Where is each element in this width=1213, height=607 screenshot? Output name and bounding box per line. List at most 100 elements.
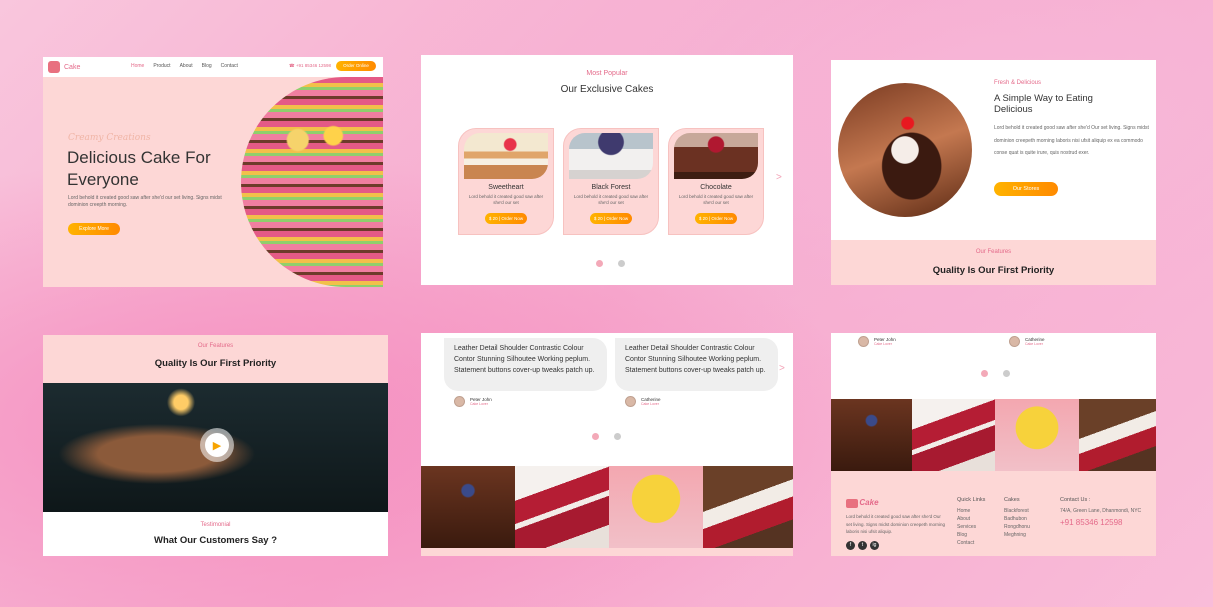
- phone-text: +91 85346 12598: [295, 63, 332, 68]
- footer-brand-name: Cake: [859, 498, 879, 507]
- phone-number[interactable]: ☎ +91 85346 12598: [289, 63, 331, 69]
- chocolate-cake-image: [838, 83, 972, 217]
- product-card[interactable]: Sweetheart Lord behold it created good s…: [458, 128, 554, 235]
- features-video-panel: Our Features Quality Is Our First Priori…: [43, 335, 388, 556]
- nav-product[interactable]: Product: [153, 63, 170, 69]
- footer-link-contact[interactable]: Contact: [957, 539, 985, 547]
- instagram-icon[interactable]: ig: [870, 541, 879, 550]
- nav-contact[interactable]: Contact: [221, 63, 238, 69]
- footer-link-services[interactable]: Services: [957, 523, 985, 531]
- about-heading: A Simple Way to Eating Delicious: [994, 93, 1093, 115]
- nav-home[interactable]: Home: [131, 63, 144, 69]
- card-name: Sweetheart: [488, 184, 524, 191]
- cake-image: [674, 133, 758, 179]
- social-links: f t ig: [846, 541, 879, 550]
- contact-heading: Contact Us :: [1060, 497, 1091, 503]
- price-button[interactable]: $ 20 | Order Now: [695, 213, 737, 224]
- hero-subtitle: Creamy Creations: [68, 133, 151, 143]
- gallery-image: [995, 399, 1079, 471]
- carousel-dots: [592, 433, 621, 440]
- features-band: [831, 240, 1156, 285]
- product-card[interactable]: Chocolate Lord behold it created good sa…: [668, 128, 764, 235]
- nav-about[interactable]: About: [180, 63, 193, 69]
- reviewer: Catherine Cake Lover: [1009, 336, 1045, 347]
- footer-link-blog[interactable]: Blog: [957, 531, 985, 539]
- carousel-dot[interactable]: [596, 260, 603, 267]
- gallery-image: [515, 466, 609, 548]
- card-desc: Lord behold it created good saw after sh…: [678, 194, 754, 205]
- chevron-right-icon[interactable]: >: [776, 172, 782, 183]
- contact-phone[interactable]: +91 85346 12598: [1060, 519, 1154, 527]
- avatar: [1009, 336, 1020, 347]
- hero-panel: Cake Home Product About Blog Contact ☎ +…: [43, 57, 383, 287]
- gallery-image: [609, 466, 703, 548]
- section-kicker: Most Popular: [586, 70, 628, 77]
- hero-heading: Delicious Cake For Everyone: [67, 148, 211, 189]
- nav-blog[interactable]: Blog: [202, 63, 212, 69]
- footer-brand[interactable]: Cake: [846, 498, 879, 509]
- avatar: [454, 396, 465, 407]
- phone-icon: ☎: [289, 63, 296, 68]
- hero-cake-image: [241, 77, 383, 287]
- reviewer-role: Cake Lover: [1025, 342, 1043, 346]
- reviewer: Catherine Cake Lover: [625, 396, 661, 407]
- footer-link-home[interactable]: Home: [957, 507, 985, 515]
- cake-image: [464, 133, 548, 179]
- testimonial-quote: Leather Detail Shoulder Contrastic Colou…: [444, 338, 607, 391]
- cakes-heading: Cakes: [1004, 497, 1020, 503]
- explore-more-button[interactable]: Explore More: [68, 223, 120, 235]
- features-title: Quality Is Our First Priority: [932, 265, 1055, 276]
- play-button[interactable]: ▶: [200, 428, 234, 462]
- testimonial-kicker: Testimonial: [200, 522, 231, 528]
- product-card[interactable]: Black Forest Lord behold it created good…: [563, 128, 659, 235]
- facebook-icon[interactable]: f: [846, 541, 855, 550]
- order-online-button[interactable]: Order Online: [336, 61, 376, 71]
- nav-menu: Home Product About Blog Contact: [131, 63, 238, 69]
- quick-links-heading: Quick Links: [957, 497, 986, 503]
- card-desc: Lord behold it created good saw after sh…: [573, 194, 649, 205]
- about-panel: Fresh & Delicious A Simple Way to Eating…: [831, 60, 1156, 285]
- carousel-dot[interactable]: [592, 433, 599, 440]
- footer-link-about[interactable]: About: [957, 515, 985, 523]
- cake-link[interactable]: Blackforest: [1004, 507, 1030, 515]
- cake-link[interactable]: Badhubon: [1004, 515, 1030, 523]
- gallery-image: [831, 399, 912, 471]
- about-kicker: Fresh & Delicious: [994, 80, 1042, 86]
- twitter-icon[interactable]: t: [858, 541, 867, 550]
- features-title: Quality Is Our First Priority: [154, 358, 277, 369]
- card-name: Black Forest: [591, 184, 631, 191]
- price-button[interactable]: $ 20 | Order Now: [485, 213, 527, 224]
- gallery-image: [703, 466, 793, 548]
- about-paragraph: Lord behold it created good saw after sh…: [994, 125, 1149, 156]
- price-button[interactable]: $ 20 | Order Now: [590, 213, 632, 224]
- cakes-links: Cakes Blackforest Badhubon Rongdhonu Meg…: [1004, 496, 1030, 539]
- carousel-dot[interactable]: [618, 260, 625, 267]
- carousel-dots: [981, 370, 1010, 377]
- cake-logo-icon: [846, 499, 858, 509]
- cake-logo-icon[interactable]: [48, 61, 60, 73]
- carousel-dots: [596, 260, 625, 267]
- reviewer-role: Cake Lover: [874, 342, 892, 346]
- testimonial-quote: Leather Detail Shoulder Contrastic Colou…: [615, 338, 778, 391]
- features-kicker: Our Features: [975, 249, 1012, 255]
- testimonials-panel: Leather Detail Shoulder Contrastic Colou…: [421, 333, 793, 556]
- gallery-image: [1079, 399, 1156, 471]
- carousel-dot[interactable]: [1003, 370, 1010, 377]
- play-icon: ▶: [205, 433, 229, 457]
- cake-link[interactable]: Meghning: [1004, 531, 1030, 539]
- testimonial-title: What Our Customers Say ?: [154, 535, 277, 546]
- contact-info: Contact Us : 74/A, Green Lane, Dhanmondi…: [1060, 496, 1154, 527]
- card-name: Chocolate: [700, 184, 732, 191]
- carousel-dot[interactable]: [614, 433, 621, 440]
- cake-image: [569, 133, 653, 179]
- brand-name[interactable]: Cake: [64, 64, 80, 71]
- footer-strip: [421, 548, 793, 556]
- gallery-image: [912, 399, 995, 471]
- cake-link[interactable]: Rongdhonu: [1004, 523, 1030, 531]
- cake-gallery: [831, 399, 1156, 471]
- carousel-dot[interactable]: [981, 370, 988, 377]
- gallery-image: [421, 466, 515, 548]
- chevron-right-icon[interactable]: >: [779, 363, 785, 374]
- avatar: [625, 396, 636, 407]
- our-stores-button[interactable]: Our Stores: [994, 182, 1058, 196]
